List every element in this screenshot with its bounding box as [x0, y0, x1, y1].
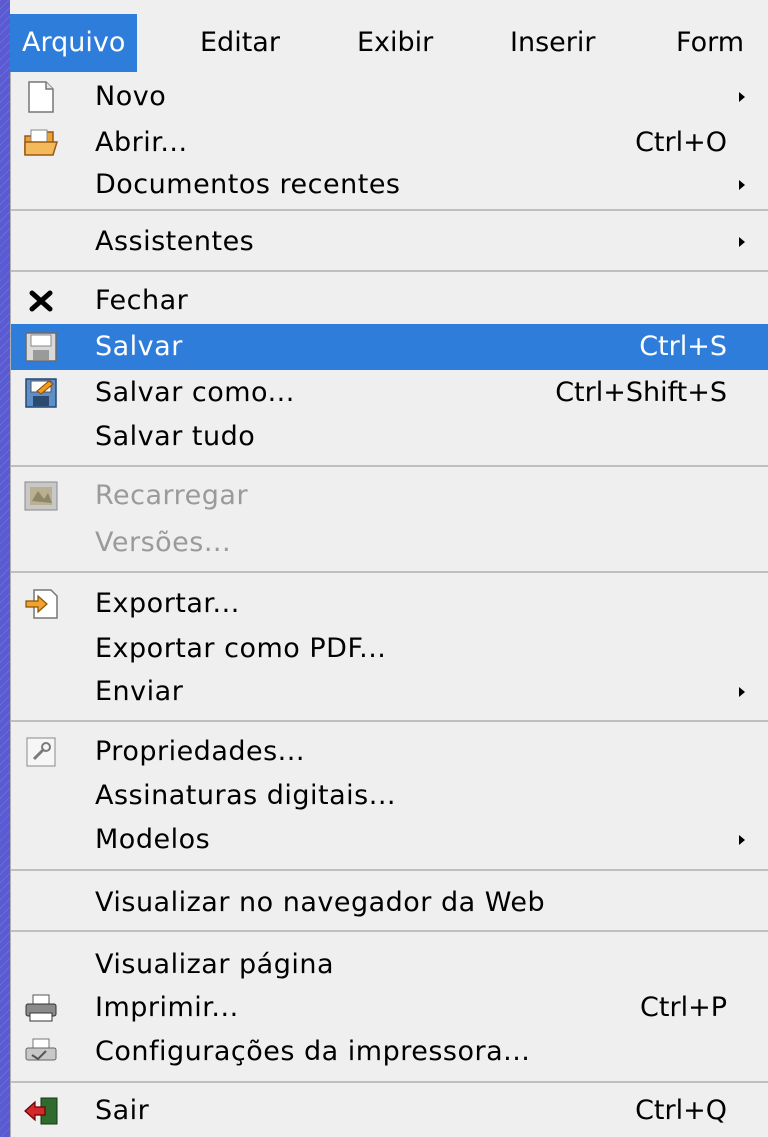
menu-item-salvar-como[interactable]: Salvar como... Ctrl+Shift+S [11, 370, 768, 416]
menu-separator [11, 720, 768, 722]
properties-icon [15, 735, 67, 769]
shortcut-label: Ctrl+Q [635, 1095, 727, 1126]
menu-exibir-label: Exibir [357, 27, 434, 58]
menu-item-label: Salvar como... [95, 377, 295, 408]
menu-item-label: Exportar como PDF... [95, 633, 387, 664]
menu-item-label: Modelos [95, 824, 211, 855]
menu-bar: Arquivo Editar Exibir Inserir Form [10, 0, 768, 73]
menu-item-fechar[interactable]: Fechar [11, 278, 768, 324]
reload-icon [15, 479, 67, 513]
menu-item-imprimir[interactable]: Imprimir... Ctrl+P [11, 985, 768, 1031]
submenu-arrow-icon [739, 687, 745, 697]
menu-separator [11, 465, 768, 467]
menu-item-assinaturas[interactable]: Assinaturas digitais... [11, 773, 768, 819]
save-as-icon [15, 376, 67, 410]
menu-separator [11, 930, 768, 932]
submenu-arrow-icon [739, 92, 745, 102]
shortcut-label: Ctrl+P [640, 992, 727, 1023]
menu-item-label: Visualizar no navegador da Web [95, 887, 546, 918]
menu-item-label: Recarregar [95, 480, 249, 511]
menu-item-modelos[interactable]: Modelos [11, 817, 768, 863]
shortcut-label: Ctrl+O [635, 127, 727, 158]
menu-item-enviar[interactable]: Enviar [11, 669, 768, 715]
menu-item-label: Fechar [95, 285, 189, 316]
menu-item-label: Salvar [95, 331, 183, 362]
menu-separator [11, 869, 768, 871]
menu-item-label: Novo [95, 81, 167, 112]
menu-separator [11, 1081, 768, 1083]
close-icon [15, 284, 67, 318]
menu-item-config-impressora[interactable]: Configurações da impressora... [11, 1029, 768, 1075]
save-icon [15, 330, 67, 364]
menu-item-label: Documentos recentes [95, 169, 401, 200]
arquivo-dropdown-menu: Novo Abrir... Ctrl+O Documentos recentes… [10, 72, 768, 1137]
new-document-icon [15, 80, 67, 114]
menu-item-label: Abrir... [95, 127, 188, 158]
submenu-arrow-icon [739, 180, 745, 190]
menu-exibir[interactable]: Exibir [345, 14, 445, 72]
menu-inserir[interactable]: Inserir [498, 14, 607, 72]
submenu-arrow-icon [739, 237, 745, 247]
open-folder-icon [15, 126, 67, 160]
menu-item-label: Exportar... [95, 588, 240, 619]
menu-arquivo[interactable]: Arquivo [10, 14, 138, 72]
menu-editar[interactable]: Editar [188, 14, 292, 72]
menu-item-label: Assistentes [95, 226, 255, 257]
menu-item-salvar[interactable]: Salvar Ctrl+S [11, 324, 768, 370]
menu-item-assistentes[interactable]: Assistentes [11, 219, 768, 265]
menu-item-recarregar: Recarregar [11, 473, 768, 519]
menu-item-sair[interactable]: Sair Ctrl+Q [11, 1088, 768, 1134]
exit-icon [15, 1094, 67, 1128]
menu-item-label: Enviar [95, 676, 184, 707]
menu-editar-label: Editar [200, 27, 280, 58]
menu-item-visualizar-pagina[interactable]: Visualizar página [11, 942, 768, 988]
menu-item-label: Salvar tudo [95, 421, 256, 452]
menu-item-label: Sair [95, 1095, 150, 1126]
menu-arquivo-label: Arquivo [22, 27, 126, 58]
menu-item-novo[interactable]: Novo [11, 74, 768, 120]
export-icon [15, 587, 67, 621]
menu-item-exportar-pdf[interactable]: Exportar como PDF... [11, 626, 768, 672]
menu-item-label: Assinaturas digitais... [95, 780, 396, 811]
menu-separator [11, 270, 768, 272]
menu-item-abrir[interactable]: Abrir... Ctrl+O [11, 120, 768, 166]
menu-formatar[interactable]: Form [664, 14, 756, 72]
shortcut-label: Ctrl+S [639, 331, 727, 362]
menu-item-propriedades[interactable]: Propriedades... [11, 729, 768, 775]
menu-item-salvar-tudo[interactable]: Salvar tudo [11, 414, 768, 460]
menu-item-versoes: Versões... [11, 520, 768, 566]
menu-separator [11, 209, 768, 211]
menu-formatar-label: Form [676, 27, 745, 58]
shortcut-label: Ctrl+Shift+S [555, 377, 727, 408]
menu-separator [11, 571, 768, 573]
menu-item-exportar[interactable]: Exportar... [11, 581, 768, 627]
menu-inserir-label: Inserir [510, 27, 596, 58]
menu-item-documentos-recentes[interactable]: Documentos recentes [11, 162, 768, 208]
menu-item-label: Configurações da impressora... [95, 1036, 531, 1067]
menu-item-label: Imprimir... [95, 992, 239, 1023]
submenu-arrow-icon [739, 835, 745, 845]
menu-item-label: Versões... [95, 527, 232, 558]
menu-item-label: Propriedades... [95, 736, 305, 767]
printer-icon [15, 991, 67, 1025]
printer-settings-icon [15, 1035, 67, 1069]
menu-item-visualizar-web[interactable]: Visualizar no navegador da Web [11, 880, 768, 926]
menu-item-label: Visualizar página [95, 949, 334, 980]
